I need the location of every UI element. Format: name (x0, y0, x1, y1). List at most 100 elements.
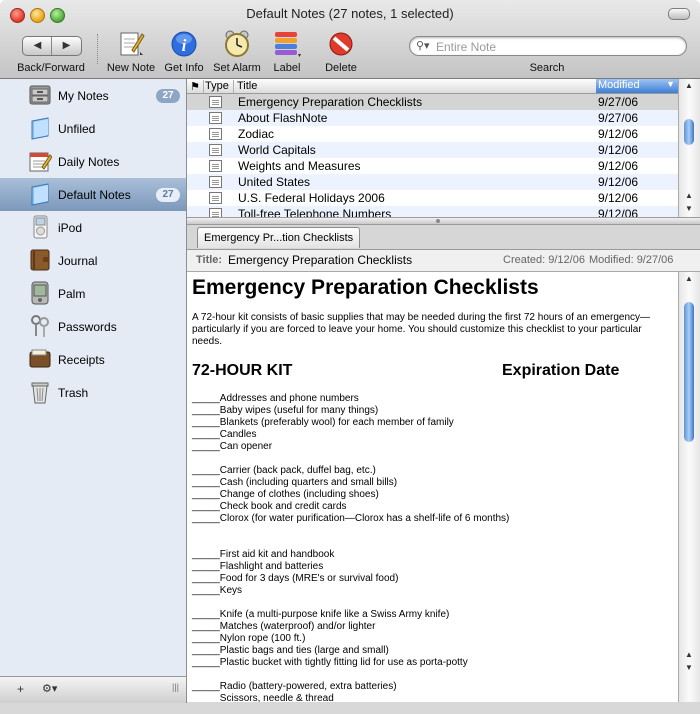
sidebar-item-ipod[interactable]: iPod (0, 211, 186, 244)
search-field[interactable]: ⚲▾ (409, 36, 687, 56)
sidebar-item-receipts[interactable]: Receipts (0, 343, 186, 376)
checklist-item: _____Addresses and phone numbers (192, 393, 359, 404)
back-arrow-icon[interactable]: ◀ (23, 37, 52, 55)
sidebar-item-trash[interactable]: Trash (0, 376, 186, 409)
list-item[interactable]: Emergency Preparation Checklists 9/27/06 (187, 94, 678, 110)
note-icon (209, 144, 222, 156)
note-modified: 9/27/06 (598, 95, 639, 109)
drawer-icon (29, 85, 51, 105)
action-menu-button[interactable]: ⚙▾ (42, 682, 57, 695)
split-view-divider[interactable] (187, 217, 700, 225)
sidebar-item-journal[interactable]: Journal (0, 244, 186, 277)
scroll-down-arrow-icon[interactable]: ▼ (682, 202, 696, 215)
new-note-icon (120, 32, 145, 56)
checklist-item: _____Blankets (preferably wool) for each… (192, 417, 454, 428)
folder-icon (31, 117, 49, 140)
sidebar-item-passwords[interactable]: Passwords (0, 310, 186, 343)
add-button[interactable]: + (17, 682, 24, 696)
note-tab-bar: Emergency Pr...tion Checklists (187, 225, 700, 250)
note-icon (209, 160, 222, 172)
sidebar-footer: + ⚙▾ ||| (0, 676, 187, 703)
wallet-icon (29, 349, 51, 368)
scroll-up-arrow-icon[interactable]: ▲ (682, 272, 696, 285)
checklist-item: _____Can opener (192, 441, 273, 452)
sidebar-item-label: Journal (58, 254, 98, 268)
search-input[interactable] (434, 38, 678, 55)
scroll-down-arrow-icon[interactable]: ▼ (682, 661, 696, 674)
list-header: ⚑ Type Title Modified ▼ (187, 79, 678, 94)
new-note-label: New Note (106, 62, 156, 74)
list-item[interactable]: About FlashNote 9/27/06 (187, 110, 678, 126)
toolbar-separator (97, 34, 99, 64)
count-badge: 27 (156, 188, 180, 202)
created-date: Created: 9/12/06 (503, 254, 585, 266)
list-item[interactable]: Toll-free Telephone Numbers 9/12/06 (187, 206, 678, 217)
sidebar-item-unfiled[interactable]: Unfiled (0, 112, 186, 145)
list-item[interactable]: United States 9/12/06 (187, 174, 678, 190)
note-scroll-thumb[interactable] (684, 302, 694, 442)
note-tab[interactable]: Emergency Pr...tion Checklists (197, 227, 361, 248)
note-scrollbar[interactable]: ▲ ▲ ▼ (678, 272, 700, 702)
notes-list: ⚑ Type Title Modified ▼ Emergency Prepar… (187, 79, 678, 217)
scroll-up-arrow-icon[interactable]: ▲ (682, 79, 696, 92)
title-field[interactable]: Emergency Preparation Checklists (228, 253, 412, 267)
title-column-header[interactable]: Title (237, 80, 593, 93)
label-label: Label (273, 62, 301, 74)
checklist-item: _____Radio (battery-powered, extra batte… (192, 681, 397, 692)
list-scroll-thumb[interactable] (684, 119, 694, 145)
note-title: Weights and Measures (238, 159, 361, 173)
scroll-up-arrow-icon[interactable]: ▲ (682, 648, 696, 661)
sidebar-item-my-notes[interactable]: My Notes 27 (0, 79, 186, 112)
list-item[interactable]: Zodiac 9/12/06 (187, 126, 678, 142)
modified-header-label: Modified (598, 79, 640, 91)
back-forward-label: Back/Forward (17, 62, 85, 74)
label-colors-icon (275, 32, 301, 57)
sidebar-item-default-notes[interactable]: Default Notes 27 (0, 178, 186, 211)
note-icon (209, 176, 222, 188)
note-body[interactable]: Emergency Preparation Checklists A 72-ho… (187, 272, 678, 702)
search-icon[interactable]: ⚲▾ (416, 39, 430, 52)
checklist-item: _____Check book and credit cards (192, 501, 347, 512)
keys-icon (31, 315, 49, 337)
sidebar-item-label: Receipts (58, 353, 105, 367)
forward-arrow-icon[interactable]: ▶ (52, 37, 81, 55)
list-scrollbar[interactable]: ▲ ▲ ▼ (678, 79, 700, 217)
note-intro: A 72-hour kit consists of basic supplies… (192, 312, 651, 347)
note-modified: 9/12/06 (598, 127, 639, 141)
checklist-item: _____Matches (waterproof) and/or lighter (192, 621, 376, 632)
note-title: Emergency Preparation Checklists (238, 95, 423, 109)
column-heading: Expiration Date (502, 362, 620, 379)
sort-descending-icon: ▼ (666, 79, 675, 89)
note-modified: 9/27/06 (598, 111, 639, 125)
resize-handle[interactable]: ||| (172, 682, 179, 692)
alarm-clock-icon (225, 30, 249, 57)
sidebar-item-daily-notes[interactable]: Daily Notes (0, 145, 186, 178)
type-column-header[interactable]: Type (205, 80, 234, 93)
note-title: About FlashNote (238, 111, 328, 125)
toolbar-toggle-button[interactable] (668, 8, 690, 20)
title-field-label: Title: (196, 254, 223, 266)
palm-icon (31, 281, 49, 305)
note-modified: 9/12/06 (598, 159, 639, 173)
sidebar-item-palm[interactable]: Palm (0, 277, 186, 310)
list-item[interactable]: Weights and Measures 9/12/06 (187, 158, 678, 174)
modified-column-header[interactable]: Modified ▼ (596, 79, 678, 93)
note-icon (209, 96, 222, 108)
checklist-item: _____Candles (192, 429, 257, 440)
sidebar-item-label: Default Notes (58, 188, 131, 202)
note-icon (209, 208, 222, 217)
checklist-item: _____Clorox (for water purification—Clor… (192, 513, 510, 524)
list-item[interactable]: U.S. Federal Holidays 2006 9/12/06 (187, 190, 678, 206)
scroll-up-arrow-icon[interactable]: ▲ (682, 189, 696, 202)
flag-column-header[interactable]: ⚑ (187, 80, 204, 93)
back-forward-control[interactable]: ◀ ▶ (22, 36, 82, 56)
checklist-item: _____Flashlight and batteries (192, 561, 324, 572)
note-title: United States (238, 175, 311, 189)
grip-icon (436, 219, 440, 223)
list-item[interactable]: World Capitals 9/12/06 (187, 142, 678, 158)
sidebar-item-label: Unfiled (58, 122, 96, 136)
sidebar-item-label: iPod (58, 221, 83, 235)
window-title: Default Notes (27 notes, 1 selected) (246, 6, 454, 21)
sidebar-item-label: Palm (58, 287, 86, 301)
sidebar-item-label: Trash (58, 386, 89, 400)
